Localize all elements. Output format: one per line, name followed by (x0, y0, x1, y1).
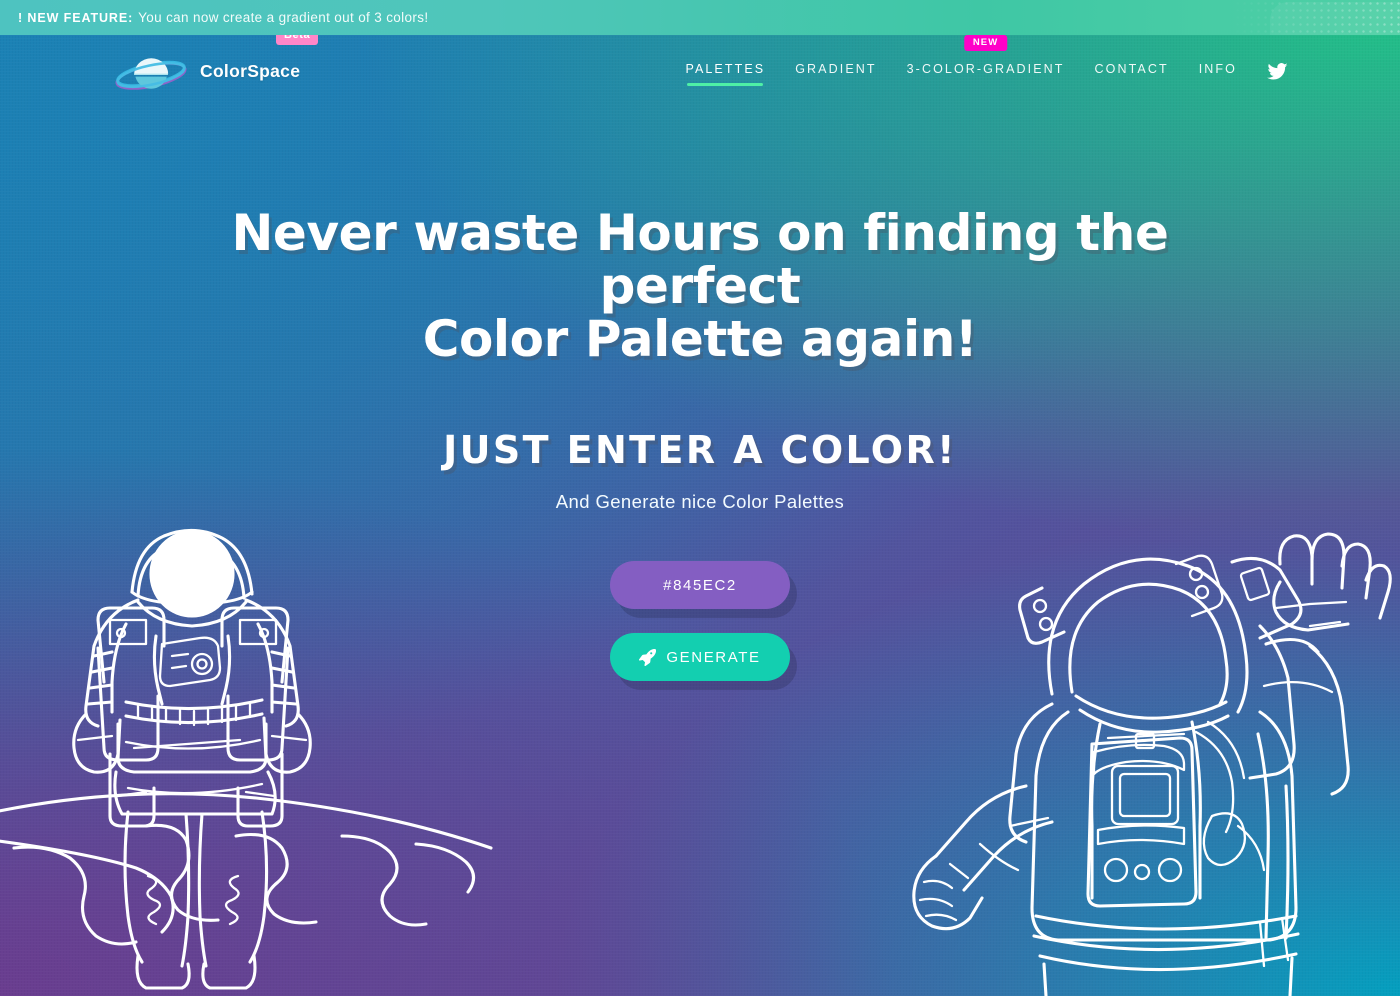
hero-title-line-2: Color Palette again! (422, 310, 978, 368)
twitter-bird-icon (1267, 62, 1288, 79)
page-title: Never waste Hours on finding the perfect… (170, 207, 1230, 366)
hero-tagline: And Generate nice Color Palettes (555, 491, 845, 512)
hero-actions: #845EC2 GENERATE (0, 561, 1400, 681)
hero-subheading: JUST ENTER A COLOR! (443, 428, 957, 472)
announcement-label: ! NEW FEATURE: (18, 10, 134, 25)
saturn-planet-icon (115, 58, 187, 90)
nav-link-3-color-gradient[interactable]: NEW 3-COLOR-GRADIENT (906, 35, 1065, 86)
nav-link-info[interactable]: INFO (1199, 56, 1237, 86)
color-input-button[interactable]: #845EC2 (610, 561, 790, 609)
hero-section: Never waste Hours on finding the perfect… (0, 107, 1400, 681)
generate-button-label: GENERATE (666, 648, 761, 666)
generate-button[interactable]: GENERATE (610, 633, 790, 681)
nav-link-gradient[interactable]: GRADIENT (795, 56, 876, 86)
announcement-text: You can now create a gradient out of 3 c… (138, 10, 429, 25)
rocket-icon (639, 648, 657, 666)
hero-title-line-1: Never waste Hours on finding the perfect (231, 204, 1169, 315)
site-header: ColorSpace Beta PALETTES GRADIENT NEW 3-… (0, 27, 1400, 107)
new-badge: NEW (963, 35, 1008, 52)
brand-logo-link[interactable]: ColorSpace Beta (112, 27, 319, 93)
main-navigation: PALETTES GRADIENT NEW 3-COLOR-GRADIENT C… (685, 35, 1288, 86)
nav-link-3-color-gradient-label: 3-COLOR-GRADIENT (906, 62, 1065, 76)
twitter-link[interactable] (1267, 61, 1288, 82)
nav-link-contact[interactable]: CONTACT (1095, 56, 1169, 86)
announcement-banner: ! NEW FEATURE: You can now create a grad… (0, 0, 1400, 35)
banner-rounded-accent (1270, 2, 1400, 35)
banner-dot-pattern (1220, 0, 1400, 35)
nav-link-palettes[interactable]: PALETTES (685, 56, 765, 86)
brand-name: ColorSpace (200, 60, 301, 81)
